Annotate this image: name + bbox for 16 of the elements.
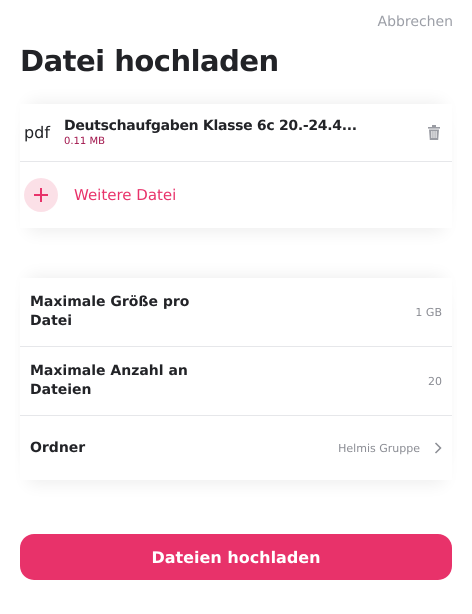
setting-value: 1 GB xyxy=(415,306,442,318)
cancel-link[interactable]: Abbrechen xyxy=(378,14,453,30)
trash-icon[interactable] xyxy=(428,125,440,140)
chevron-right-icon[interactable] xyxy=(434,442,442,454)
file-name: Deutschaufgaben Klasse 6c 20.-24.4... xyxy=(64,118,358,134)
setting-label: Ordner xyxy=(30,438,86,458)
setting-label: Maximale Größe pro Datei xyxy=(30,293,190,331)
upload-button[interactable]: Dateien hochladen xyxy=(20,534,452,580)
setting-value: 20 xyxy=(428,374,442,388)
page-title: Datei hochladen xyxy=(20,44,280,78)
add-file-link[interactable]: Weitere Datei xyxy=(74,186,176,204)
file-type-label: pdf xyxy=(24,123,52,142)
setting-label: Maximale Anzahl an Dateien xyxy=(30,362,189,400)
setting-value[interactable]: Helmis Gruppe xyxy=(338,442,420,454)
plus-icon[interactable] xyxy=(24,178,58,212)
file-size: 0.11 MB xyxy=(64,136,106,147)
